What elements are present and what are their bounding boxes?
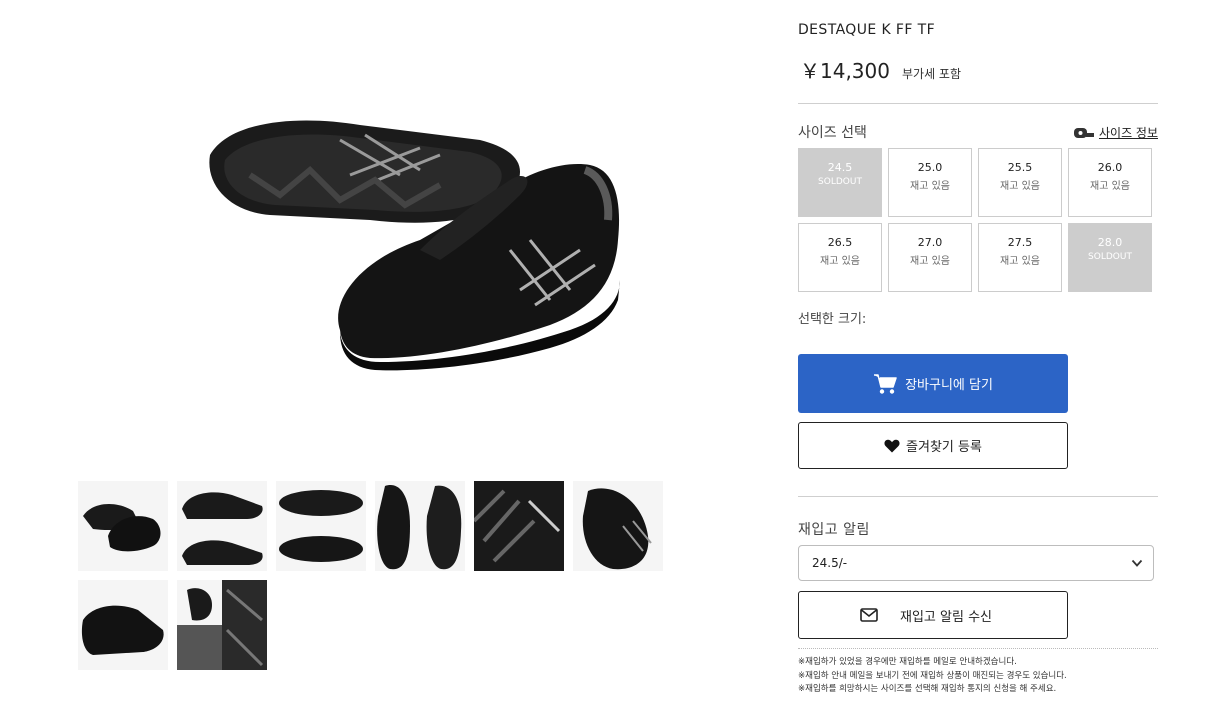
size-option-26-5[interactable]: 26.5 재고 있음 bbox=[798, 223, 882, 292]
size-stock-status: 재고 있음 bbox=[910, 181, 950, 192]
size-value: 27.5 bbox=[1007, 236, 1033, 249]
thumbnail-4[interactable] bbox=[375, 481, 465, 571]
size-value: 28.0 bbox=[1097, 236, 1123, 249]
thumbnail-3[interactable] bbox=[276, 481, 366, 571]
size-value: 26.0 bbox=[1097, 161, 1123, 174]
size-stock-status: SOLDOUT bbox=[1088, 252, 1132, 262]
main-product-image[interactable] bbox=[190, 100, 640, 400]
restock-note: ※재입하가 있었을 경우에만 재입하를 메일로 안내하겠습니다. bbox=[798, 657, 1017, 667]
size-value: 26.5 bbox=[827, 236, 853, 249]
size-stock-status: 재고 있음 bbox=[820, 256, 860, 267]
size-value: 25.0 bbox=[917, 161, 943, 174]
restock-selected-option: 24.5/- bbox=[812, 556, 848, 570]
add-to-cart-button[interactable]: 장바구니에 담기 bbox=[798, 354, 1068, 413]
size-stock-status: SOLDOUT bbox=[818, 177, 862, 187]
restock-size-select[interactable]: 24.5/- bbox=[798, 545, 1154, 581]
size-select-label: 사이즈 선택 bbox=[798, 125, 867, 141]
thumbnail-7[interactable] bbox=[78, 580, 168, 670]
size-option-26-0[interactable]: 26.0 재고 있음 bbox=[1068, 148, 1152, 217]
chevron-down-icon bbox=[1131, 559, 1143, 567]
restock-note: ※재입하를 희망하시는 사이즈를 선택해 재입하 통지의 신청을 해 주세요. bbox=[798, 684, 1057, 694]
size-value: 27.0 bbox=[917, 236, 943, 249]
restock-subscribe-label: 재입고 알림 수신 bbox=[900, 609, 992, 625]
mail-icon bbox=[860, 608, 878, 622]
restock-subscribe-button[interactable]: 재입고 알림 수신 bbox=[798, 591, 1068, 639]
thumbnail-2[interactable] bbox=[177, 481, 267, 571]
size-info-link[interactable]: 사이즈 정보 bbox=[1073, 124, 1158, 141]
product-title: DESTAQUE K FF TF bbox=[798, 22, 936, 38]
selected-size-label: 선택한 크기: bbox=[798, 312, 867, 327]
add-favorite-label: 즐겨찾기 등록 bbox=[906, 440, 982, 455]
size-option-25-5[interactable]: 25.5 재고 있음 bbox=[978, 148, 1062, 217]
divider bbox=[798, 496, 1158, 497]
restock-alert-label: 재입고 알림 bbox=[798, 522, 870, 538]
add-to-cart-label: 장바구니에 담기 bbox=[905, 378, 993, 393]
size-stock-status: 재고 있음 bbox=[1090, 181, 1130, 192]
add-favorite-button[interactable]: 즐겨찾기 등록 bbox=[798, 422, 1068, 469]
product-price: ￥14,300 bbox=[800, 59, 890, 83]
price-row: ￥14,300 부가세 포함 bbox=[800, 55, 961, 84]
measuring-tape-icon bbox=[1073, 127, 1094, 138]
divider bbox=[798, 103, 1158, 104]
restock-note: ※재입하 안내 메일을 보내기 전에 재입하 상품이 매진되는 경우도 있습니다… bbox=[798, 670, 1067, 681]
size-option-25-0[interactable]: 25.0 재고 있음 bbox=[888, 148, 972, 217]
size-stock-status: 재고 있음 bbox=[910, 256, 950, 267]
size-option-27-0[interactable]: 27.0 재고 있음 bbox=[888, 223, 972, 292]
size-option-24-5[interactable]: 24.5 SOLDOUT bbox=[798, 148, 882, 217]
size-value: 25.5 bbox=[1007, 161, 1033, 174]
divider bbox=[798, 648, 1158, 649]
thumbnail-6[interactable] bbox=[573, 481, 663, 571]
size-stock-status: 재고 있음 bbox=[1000, 256, 1040, 267]
cart-icon bbox=[874, 373, 897, 394]
thumbnail-1[interactable] bbox=[78, 481, 168, 571]
restock-notes: ※재입하가 있었을 경우에만 재입하를 메일로 안내하겠습니다. ※재입하 안내… bbox=[798, 656, 1067, 697]
tax-note: 부가세 포함 bbox=[901, 67, 961, 81]
size-option-28-0[interactable]: 28.0 SOLDOUT bbox=[1068, 223, 1152, 292]
thumbnail-5[interactable] bbox=[474, 481, 564, 571]
heart-icon bbox=[884, 439, 900, 452]
thumbnail-8[interactable] bbox=[177, 580, 267, 670]
size-info-label: 사이즈 정보 bbox=[1098, 126, 1158, 140]
size-value: 24.5 bbox=[827, 161, 853, 174]
size-option-27-5[interactable]: 27.5 재고 있음 bbox=[978, 223, 1062, 292]
size-stock-status: 재고 있음 bbox=[1000, 181, 1040, 192]
